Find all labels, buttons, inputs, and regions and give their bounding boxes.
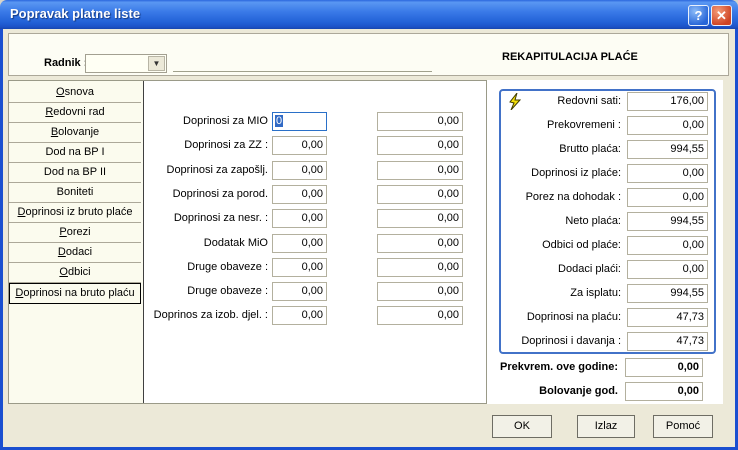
window-title: Popravak platne liste <box>10 6 140 21</box>
recap-row: Porez na dohodak : 0,00 <box>487 188 723 208</box>
help-icon: ? <box>695 8 703 23</box>
recap-row-label: Doprinosi i davanja : <box>495 335 621 347</box>
recap-input[interactable]: 0,00 <box>627 260 708 279</box>
recap-row-label: Doprinosi iz plaće: <box>495 167 621 179</box>
form-input-1[interactable]: 0,00 <box>272 258 327 277</box>
recap-row: Doprinosi i davanja : 47,73 <box>487 332 723 352</box>
recap-title: REKAPITULACIJA PLAĆE <box>502 51 638 63</box>
recap-row-label: Odbici od plaće: <box>495 239 621 251</box>
recap-row-label: Brutto plaća: <box>495 143 621 155</box>
form-row-label: Doprinosi za MIO <box>143 115 268 127</box>
recap-input[interactable]: 176,00 <box>627 92 708 111</box>
form-input-1[interactable]: 0 <box>272 112 327 131</box>
form-row-label: Doprinosi za nesr. : <box>143 212 268 224</box>
recap-row: Brutto plaća: 994,55 <box>487 140 723 160</box>
recap-input[interactable]: 0,00 <box>627 116 708 135</box>
recap-extra-label: Prekvrem. ove godine: <box>500 361 618 373</box>
recap-row-label: Neto plaća: <box>495 215 621 227</box>
form-input-1[interactable]: 0,00 <box>272 161 327 180</box>
form-input-2[interactable]: 0,00 <box>377 234 463 253</box>
recap-row-label: Redovni sati: <box>495 95 621 107</box>
radnik-name-field <box>173 54 432 72</box>
form-input-2[interactable]: 0,00 <box>377 136 463 155</box>
radnik-combobox[interactable]: ▼ <box>85 54 167 73</box>
recap-row: Redovni sati: 176,00 <box>487 92 723 112</box>
form-input-1[interactable]: 0,00 <box>272 136 327 155</box>
form-input-1[interactable]: 0,00 <box>272 209 327 228</box>
close-button[interactable]: ✕ <box>711 5 732 26</box>
form-input-1[interactable]: 0,00 <box>272 234 327 253</box>
form-input-2[interactable]: 0,00 <box>377 112 463 131</box>
recap-input[interactable]: 0,00 <box>627 188 708 207</box>
recap-row: Doprinosi na plaću: 47,73 <box>487 308 723 328</box>
recap-extra-row: Bolovanje god. 0,00 <box>487 382 723 402</box>
recap-input[interactable]: 47,73 <box>627 308 708 327</box>
form-row-label: Druge obaveze : <box>143 261 268 273</box>
recap-row: Prekovremeni : 0,00 <box>487 116 723 136</box>
chevron-down-icon[interactable]: ▼ <box>148 56 165 71</box>
recap-row: Doprinosi iz plaće: 0,00 <box>487 164 723 184</box>
form-row-label: Doprinosi za porod. <box>143 188 268 200</box>
recap-extra-label: Bolovanje god. <box>539 385 618 397</box>
recap-extra-row: Prekvrem. ove godine: 0,00 <box>487 358 723 378</box>
form-row-label: Druge obaveze : <box>143 285 268 297</box>
recap-row-label: Porez na dohodak : <box>495 191 621 203</box>
form-input-2[interactable]: 0,00 <box>377 161 463 180</box>
recap-input[interactable]: 47,73 <box>627 332 708 351</box>
recap-input[interactable]: 994,55 <box>627 284 708 303</box>
recap-row: Dodaci plaći: 0,00 <box>487 260 723 280</box>
form-input-1[interactable]: 0,00 <box>272 306 327 325</box>
recap-row-label: Dodaci plaći: <box>495 263 621 275</box>
ok-button[interactable]: OK <box>492 415 552 438</box>
form-row-label: Doprinosi za ZZ : <box>143 139 268 151</box>
selected-text: 0 <box>275 115 283 127</box>
recap-row-label: Prekovremeni : <box>495 119 621 131</box>
form-row-label: Doprinosi za zapošlj. <box>143 164 268 176</box>
form-input-1[interactable]: 0,00 <box>272 185 327 204</box>
recap-input[interactable]: 0,00 <box>627 236 708 255</box>
recap-row: Neto plaća: 994,55 <box>487 212 723 232</box>
form-input-2[interactable]: 0,00 <box>377 185 463 204</box>
titlebar[interactable]: Popravak platne liste <box>0 0 738 29</box>
help-button[interactable]: ? <box>688 5 709 26</box>
recap-extra-input[interactable]: 0,00 <box>625 358 703 377</box>
recap-input[interactable]: 994,55 <box>627 212 708 231</box>
recap-row: Odbici od plaće: 0,00 <box>487 236 723 256</box>
recap-input[interactable]: 994,55 <box>627 140 708 159</box>
recap-row: Za isplatu: 994,55 <box>487 284 723 304</box>
recap-row-label: Za isplatu: <box>495 287 621 299</box>
radnik-label: Radnik : <box>44 57 87 69</box>
form-input-2[interactable]: 0,00 <box>377 258 463 277</box>
form-row-label: Dodatak MiO <box>143 237 268 249</box>
form-input-1[interactable]: 0,00 <box>272 282 327 301</box>
form-row-label: Doprinos za izob. djel. : <box>143 309 268 321</box>
recap-input[interactable]: 0,00 <box>627 164 708 183</box>
izlaz-button[interactable]: Izlaz <box>577 415 635 438</box>
dialog-popravak-platne-liste: Popravak platne liste ? ✕ Radnik : ▼ REK… <box>0 0 738 450</box>
form-input-2[interactable]: 0,00 <box>377 306 463 325</box>
pomo--button[interactable]: Pomoć <box>653 415 713 438</box>
recap-panel: Redovni sati: 176,00 Prekovremeni : 0,00 Bru… <box>487 80 723 404</box>
recap-row-label: Doprinosi na plaću: <box>495 311 621 323</box>
form-input-2[interactable]: 0,00 <box>377 282 463 301</box>
close-icon: ✕ <box>716 8 727 23</box>
form-input-2[interactable]: 0,00 <box>377 209 463 228</box>
recap-extra-input[interactable]: 0,00 <box>625 382 703 401</box>
